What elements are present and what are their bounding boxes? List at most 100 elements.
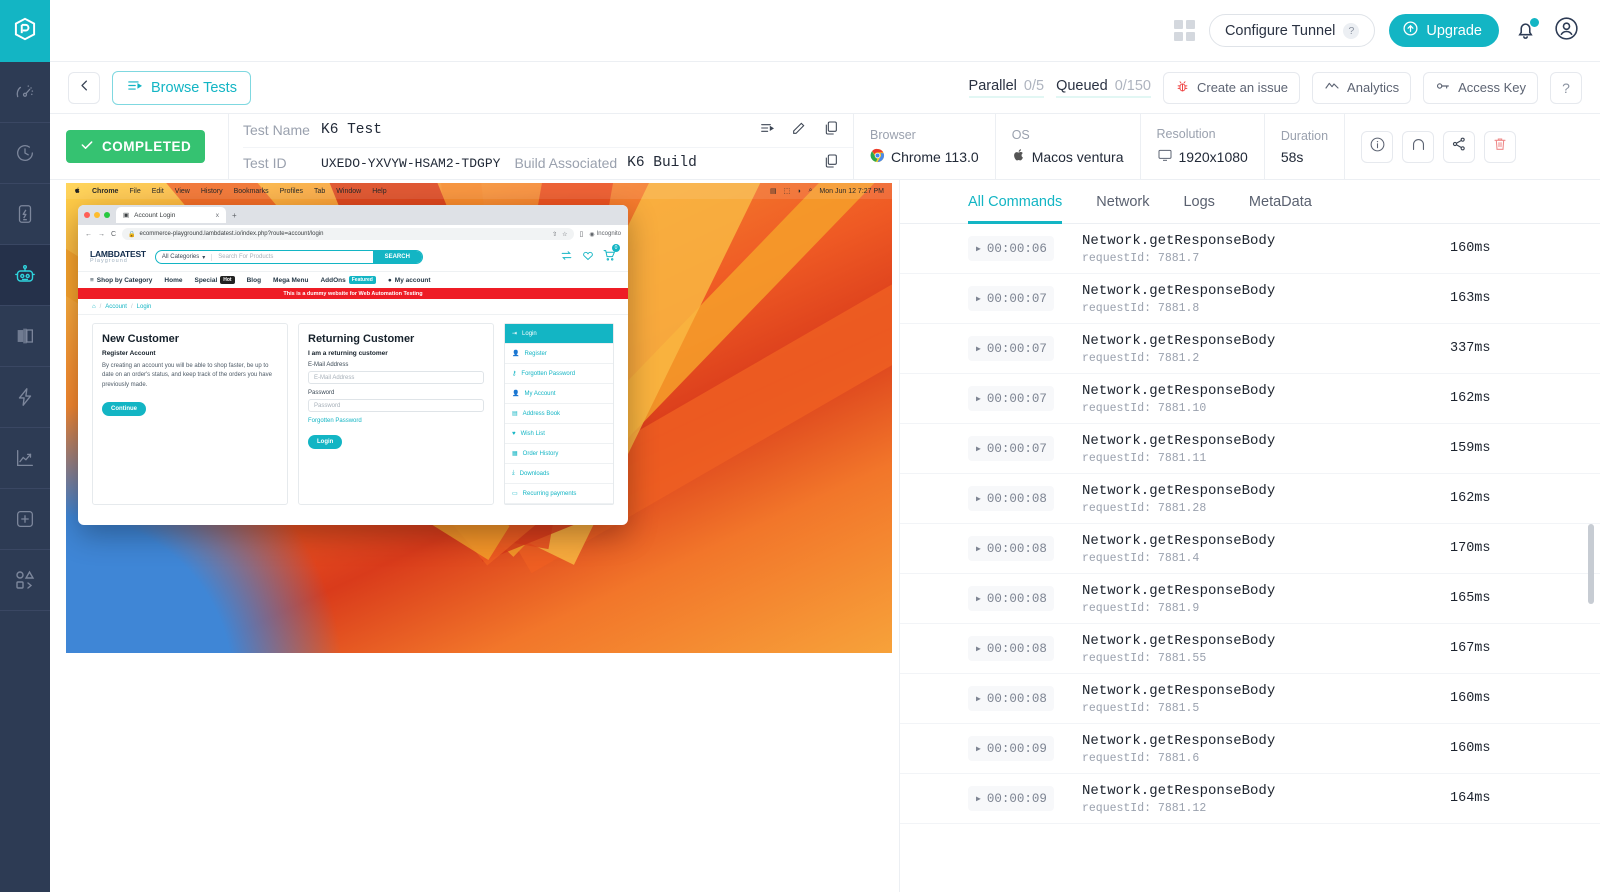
expand-caret-icon[interactable]: ▶ — [976, 794, 981, 804]
sidebar-item-visual-regression[interactable] — [0, 306, 50, 367]
command-row[interactable]: ▶ 00:00:08 Network.getResponseBody requestI… — [900, 524, 1600, 574]
account-item-downloads[interactable]: ⤓ Downloads — [505, 464, 613, 484]
tab-all-commands[interactable]: All Commands — [968, 180, 1062, 224]
command-time[interactable]: ▶ 00:00:09 — [968, 786, 1054, 811]
sidebar-item-realtime[interactable] — [0, 62, 50, 123]
tab-network[interactable]: Network — [1096, 180, 1149, 224]
tab-metadata[interactable]: MetaData — [1249, 180, 1312, 224]
sidebar-item-analytics[interactable] — [0, 428, 50, 489]
back-button[interactable] — [68, 71, 100, 104]
account-item-register[interactable]: 👤 Register — [505, 344, 613, 364]
expand-caret-icon[interactable]: ▶ — [976, 294, 981, 304]
test-screenshot[interactable]: Chrome File Edit View History Bookmarks … — [66, 183, 892, 653]
account-item-my-account[interactable]: 👤 My Account — [505, 384, 613, 404]
list-play-icon[interactable] — [759, 120, 775, 141]
command-time[interactable]: ▶ 00:00:08 — [968, 486, 1054, 511]
sidepanel-icon[interactable]: ▯ — [580, 230, 584, 238]
account-item-forgotten-password[interactable]: ⚷ Forgotten Password — [505, 364, 613, 384]
cart-icon[interactable]: 0 — [603, 244, 620, 266]
command-row[interactable]: ▶ 00:00:08 Network.getResponseBody requestI… — [900, 474, 1600, 524]
breadcrumb-account[interactable]: Account — [105, 304, 127, 310]
command-row[interactable]: ▶ 00:00:09 Network.getResponseBody requestI… — [900, 724, 1600, 774]
command-time[interactable]: ▶ 00:00:08 — [968, 636, 1054, 661]
command-row[interactable]: ▶ 00:00:06 Network.getResponseBody requestI… — [900, 224, 1600, 274]
login-button[interactable]: Login — [308, 435, 343, 449]
back-icon[interactable]: ← — [85, 231, 92, 238]
account-item-login[interactable]: ⇥ Login — [505, 324, 613, 344]
account-item-address-book[interactable]: ▤ Address Book — [505, 404, 613, 424]
nav-my-account[interactable]: ● My account — [388, 277, 431, 284]
command-time[interactable]: ▶ 00:00:06 — [968, 236, 1054, 261]
email-field[interactable]: E-Mail Address — [308, 371, 484, 384]
expand-caret-icon[interactable]: ▶ — [976, 344, 981, 354]
bookmark-star-icon[interactable]: ☆ — [562, 231, 567, 238]
nav-special[interactable]: Special Hot — [194, 276, 235, 284]
sidebar-item-more[interactable] — [0, 550, 50, 611]
wishlist-heart-icon[interactable] — [582, 248, 594, 266]
forgotten-password-link[interactable]: Forgotten Password — [308, 418, 484, 424]
reload-icon[interactable]: C — [111, 231, 116, 238]
account-item-wish-list[interactable]: ♥ Wish List — [505, 424, 613, 444]
tab-logs[interactable]: Logs — [1183, 180, 1214, 224]
command-row[interactable]: ▶ 00:00:07 Network.getResponseBody requestI… — [900, 324, 1600, 374]
copy-icon[interactable] — [823, 153, 839, 174]
info-button[interactable] — [1361, 130, 1394, 163]
grid-menu-icon[interactable] — [1173, 20, 1195, 41]
search-button[interactable]: SEARCH — [372, 251, 422, 263]
continue-button[interactable]: Continue — [102, 401, 146, 416]
account-item-recurring-payments[interactable]: ▭ Recurring payments — [505, 484, 613, 504]
upgrade-button[interactable]: Upgrade — [1389, 14, 1499, 47]
expand-caret-icon[interactable]: ▶ — [976, 544, 981, 554]
nav-addons[interactable]: AddOns Featured — [320, 276, 376, 284]
nav-shop-by-category[interactable]: ≡ Shop by Category — [90, 277, 152, 284]
user-avatar-icon[interactable] — [1553, 15, 1580, 47]
delete-button[interactable] — [1484, 130, 1517, 163]
command-time[interactable]: ▶ 00:00:08 — [968, 536, 1054, 561]
expand-caret-icon[interactable]: ▶ — [976, 494, 981, 504]
command-row[interactable]: ▶ 00:00:08 Network.getResponseBody requestI… — [900, 674, 1600, 724]
command-row[interactable]: ▶ 00:00:09 Network.getResponseBody requestI… — [900, 774, 1600, 824]
expand-caret-icon[interactable]: ▶ — [976, 244, 981, 254]
expand-caret-icon[interactable]: ▶ — [976, 594, 981, 604]
address-bar[interactable]: 🔒 ecommerce-playground.lambdatest.io/ind… — [122, 228, 574, 240]
create-issue-button[interactable]: Create an issue — [1162, 71, 1301, 104]
window-controls[interactable] — [84, 212, 110, 218]
tab-close-icon[interactable]: x — [216, 212, 219, 219]
expand-caret-icon[interactable]: ▶ — [976, 694, 981, 704]
expand-caret-icon[interactable]: ▶ — [976, 444, 981, 454]
command-time[interactable]: ▶ 00:00:09 — [968, 736, 1054, 761]
site-logo[interactable]: LAMBDATEST Playground — [90, 250, 146, 264]
sidebar-item-history[interactable] — [0, 123, 50, 184]
notifications-button[interactable] — [1513, 16, 1540, 44]
configure-tunnel-button[interactable]: Configure Tunnel ? — [1208, 14, 1376, 47]
commands-scrollbar[interactable] — [1588, 524, 1594, 604]
access-key-button[interactable]: Access Key — [1423, 71, 1538, 104]
forward-icon[interactable]: → — [98, 231, 105, 238]
browser-tab[interactable]: ▣ Account Login x — [116, 207, 226, 223]
compare-icon[interactable] — [560, 248, 573, 266]
sidebar-item-logo[interactable] — [0, 0, 50, 62]
command-row[interactable]: ▶ 00:00:07 Network.getResponseBody requestI… — [900, 274, 1600, 324]
command-time[interactable]: ▶ 00:00:07 — [968, 436, 1054, 461]
search-input[interactable]: Search For Products — [212, 254, 372, 260]
edit-pencil-icon[interactable] — [791, 120, 807, 141]
commands-list[interactable]: ▶ 00:00:06 Network.getResponseBody requestI… — [900, 224, 1600, 892]
sidebar-item-integrations[interactable] — [0, 489, 50, 550]
command-time[interactable]: ▶ 00:00:07 — [968, 286, 1054, 311]
sidebar-item-automation[interactable] — [0, 245, 50, 306]
account-item-order-history[interactable]: ▦ Order History — [505, 444, 613, 464]
command-row[interactable]: ▶ 00:00:07 Network.getResponseBody requestI… — [900, 424, 1600, 474]
share-url-icon[interactable]: ⇧ — [552, 231, 557, 238]
category-select[interactable]: All Categories ▾ — [156, 253, 213, 261]
help-button[interactable]: ? — [1550, 71, 1582, 104]
command-time[interactable]: ▶ 00:00:07 — [968, 336, 1054, 361]
command-row[interactable]: ▶ 00:00:08 Network.getResponseBody requestI… — [900, 624, 1600, 674]
analytics-button[interactable]: Analytics — [1312, 71, 1412, 104]
sidebar-item-hyperexecute[interactable] — [0, 367, 50, 428]
expand-caret-icon[interactable]: ▶ — [976, 394, 981, 404]
site-search[interactable]: All Categories ▾ Search For Products SEA… — [154, 250, 423, 264]
nav-blog[interactable]: Blog — [247, 277, 261, 284]
browse-tests-button[interactable]: Browse Tests — [112, 70, 251, 105]
home-icon[interactable]: ⌂ — [92, 304, 96, 310]
tunnel-button[interactable] — [1402, 130, 1435, 163]
